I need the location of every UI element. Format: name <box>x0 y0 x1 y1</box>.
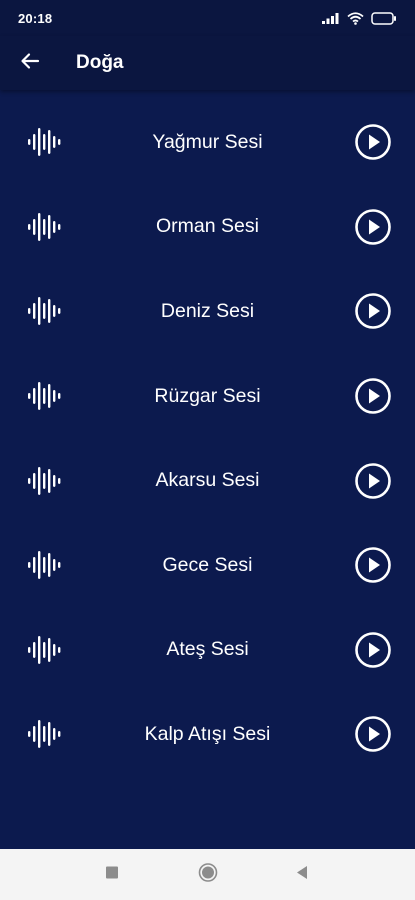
recents-square-icon[interactable] <box>105 865 119 884</box>
sound-label: Gece Sesi <box>162 553 253 576</box>
arrow-left-icon <box>20 52 40 75</box>
sound-wave-icon <box>25 124 61 160</box>
sound-list-item[interactable]: Gece Sesi <box>0 523 415 608</box>
sound-list-item[interactable]: Orman Sesi <box>0 185 415 270</box>
status-time: 20:18 <box>18 10 53 26</box>
sound-label: Akarsu Sesi <box>155 469 260 492</box>
sound-label: Orman Sesi <box>156 215 259 238</box>
sound-wave-icon <box>25 209 61 245</box>
home-circle-icon[interactable] <box>198 862 218 887</box>
app-bar: Doğa <box>0 36 415 90</box>
sound-wave-icon <box>25 632 61 668</box>
sound-list-item[interactable]: Kalp Atışı Sesi <box>0 692 415 777</box>
page-title: Doğa <box>76 52 124 73</box>
sound-list-item[interactable]: Akarsu Sesi <box>0 438 415 523</box>
play-circle-icon[interactable] <box>354 292 392 330</box>
sound-wave-icon <box>25 293 61 329</box>
play-circle-icon[interactable] <box>354 123 392 161</box>
play-circle-icon[interactable] <box>354 462 392 500</box>
back-button[interactable] <box>0 36 60 90</box>
sound-label: Ateş Sesi <box>166 638 249 661</box>
sound-list: Yağmur Sesi Orman Sesi Deniz Sesi Rüzgar Se… <box>0 100 415 777</box>
status-bar: 20:18 <box>0 0 415 36</box>
sound-wave-icon <box>25 463 61 499</box>
sound-list-item[interactable]: Rüzgar Sesi <box>0 354 415 439</box>
back-triangle-icon[interactable] <box>295 864 309 885</box>
battery-icon <box>371 11 397 25</box>
play-circle-icon[interactable] <box>354 377 392 415</box>
sound-list-item[interactable]: Ateş Sesi <box>0 608 415 693</box>
sound-label: Rüzgar Sesi <box>154 384 261 407</box>
wifi-icon <box>347 11 364 25</box>
sound-list-item[interactable]: Deniz Sesi <box>0 269 415 354</box>
sound-wave-icon <box>25 716 61 752</box>
sound-wave-icon <box>25 547 61 583</box>
screen: 20:18 Doğa Yağmur Sesi Orman Sesi Deniz … <box>0 0 415 900</box>
sound-label: Deniz Sesi <box>160 299 255 322</box>
sound-label: Kalp Atışı Sesi <box>144 722 271 745</box>
play-circle-icon[interactable] <box>354 715 392 753</box>
signal-icon <box>322 12 340 24</box>
sound-wave-icon <box>25 378 61 414</box>
sound-list-item[interactable]: Yağmur Sesi <box>0 100 415 185</box>
play-circle-icon[interactable] <box>354 546 392 584</box>
play-circle-icon[interactable] <box>354 631 392 669</box>
sound-label: Yağmur Sesi <box>152 130 263 153</box>
system-nav-bar <box>0 849 415 900</box>
play-circle-icon[interactable] <box>354 208 392 246</box>
status-icons <box>322 11 397 25</box>
